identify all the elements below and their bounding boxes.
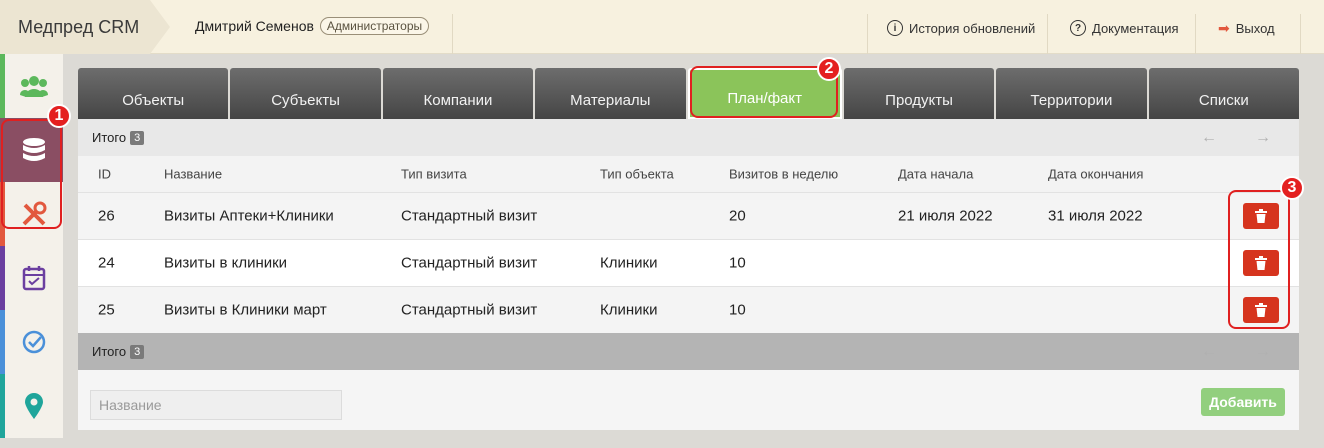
- cell-per-week: 10: [729, 301, 746, 319]
- name-input[interactable]: [90, 390, 342, 420]
- tab-bar: Объекты Субъекты Компании Материалы План…: [78, 68, 1299, 119]
- cell-id: 26: [98, 207, 115, 225]
- cell-visit-type: Стандартный визит: [401, 301, 538, 319]
- add-form: Добавить: [78, 370, 1299, 430]
- delete-button[interactable]: [1243, 203, 1279, 229]
- prev-page-icon[interactable]: ←: [1201, 343, 1217, 361]
- cell-end: 31 июля 2022: [1048, 207, 1143, 225]
- calendar-check-icon: [22, 266, 46, 291]
- cell-name: Визиты Аптеки+Клиники: [164, 207, 334, 225]
- updates-link[interactable]: i История обновлений: [887, 20, 1035, 36]
- count-badge: 3: [130, 130, 145, 145]
- cell-name: Визиты в Клиники март: [164, 301, 327, 319]
- count-badge: 3: [130, 344, 145, 359]
- tools-icon: [22, 201, 47, 226]
- total-bar-bottom: Итого 3 ← →: [78, 333, 1299, 370]
- tab-companies[interactable]: Компании: [382, 68, 534, 119]
- tab-materials[interactable]: Материалы: [535, 68, 686, 119]
- col-id[interactable]: ID: [98, 167, 111, 182]
- rail-item-calendar[interactable]: [0, 246, 63, 310]
- question-icon: ?: [1070, 20, 1086, 36]
- docs-link[interactable]: ? Документация: [1070, 20, 1179, 36]
- divider: [1047, 14, 1048, 54]
- user-info: Дмитрий Семенов Администраторы: [195, 17, 430, 35]
- updates-link-label: История обновлений: [909, 20, 1036, 36]
- step-marker: 3: [1280, 176, 1304, 200]
- cell-object-type: Клиники: [600, 301, 658, 319]
- col-visit-type[interactable]: Тип визита: [401, 167, 467, 182]
- cell-id: 24: [98, 254, 115, 272]
- total-label: Итого: [92, 344, 127, 359]
- rail-item-tools[interactable]: [0, 182, 63, 246]
- map-pin-icon: [25, 393, 43, 419]
- table-header: ID Название Тип визита Тип объекта Визит…: [78, 156, 1299, 192]
- divider: [867, 14, 868, 54]
- rail-item-tasks[interactable]: [0, 310, 63, 374]
- trash-icon: [1255, 256, 1267, 270]
- logout-icon: ➡: [1218, 20, 1230, 36]
- role-badge: Администраторы: [319, 17, 430, 35]
- table-row[interactable]: 25 Визиты в Клиники март Стандартный виз…: [78, 286, 1299, 333]
- logout-link-label: Выход: [1235, 21, 1275, 36]
- users-icon: [20, 76, 48, 97]
- cell-object-type: Клиники: [600, 254, 658, 272]
- trash-icon: [1255, 303, 1267, 317]
- app-brand[interactable]: Медпред CRM: [0, 0, 170, 54]
- info-icon: i: [887, 20, 903, 36]
- col-object-type[interactable]: Тип объекта: [600, 167, 674, 182]
- database-icon: [23, 138, 45, 161]
- cell-per-week: 10: [729, 254, 746, 272]
- tab-products[interactable]: Продукты: [843, 68, 995, 119]
- docs-link-label: Документация: [1092, 20, 1179, 36]
- table-row[interactable]: 24 Визиты в клиники Стандартный визит Кл…: [78, 239, 1299, 286]
- cell-start: 21 июля 2022: [898, 207, 993, 225]
- plan-table: ID Название Тип визита Тип объекта Визит…: [78, 156, 1299, 333]
- col-end[interactable]: Дата окончания: [1048, 167, 1143, 182]
- main-panel: Объекты Субъекты Компании Материалы План…: [78, 66, 1299, 430]
- col-start[interactable]: Дата начала: [898, 167, 973, 182]
- next-page-icon[interactable]: →: [1255, 343, 1271, 361]
- divider: [452, 14, 453, 54]
- tab-subjects[interactable]: Субъекты: [230, 68, 381, 119]
- col-name[interactable]: Название: [164, 167, 222, 182]
- cell-id: 25: [98, 301, 115, 319]
- cell-visit-type: Стандартный визит: [401, 207, 538, 225]
- trash-icon: [1255, 209, 1267, 223]
- top-bar: Медпред CRM Дмитрий Семенов Администрато…: [0, 0, 1324, 54]
- prev-page-icon[interactable]: ←: [1201, 129, 1217, 147]
- rail-item-database[interactable]: [0, 118, 63, 182]
- total-label: Итого: [92, 130, 127, 145]
- add-button[interactable]: Добавить: [1201, 388, 1285, 416]
- logout-link[interactable]: ➡ Выход: [1218, 20, 1275, 37]
- divider: [1195, 14, 1196, 54]
- pager: ← →: [1201, 129, 1271, 147]
- col-per-week[interactable]: Визитов в неделю: [729, 167, 838, 182]
- next-page-icon[interactable]: →: [1255, 129, 1271, 147]
- cell-per-week: 20: [729, 207, 746, 225]
- pager: ← →: [1201, 343, 1271, 361]
- divider: [1300, 14, 1301, 54]
- cell-name: Визиты в клиники: [164, 254, 288, 272]
- table-body: 26 Визиты Аптеки+Клиники Стандартный виз…: [78, 192, 1299, 333]
- total-bar: Итого 3 ← →: [78, 119, 1299, 156]
- tab-objects[interactable]: Объекты: [78, 68, 229, 119]
- tab-territories[interactable]: Территории: [996, 68, 1147, 119]
- step-marker: 1: [47, 104, 71, 128]
- table-row[interactable]: 26 Визиты Аптеки+Клиники Стандартный виз…: [78, 192, 1299, 239]
- user-name[interactable]: Дмитрий Семенов: [195, 18, 314, 34]
- delete-button[interactable]: [1243, 297, 1279, 323]
- tab-lists[interactable]: Списки: [1148, 68, 1299, 119]
- rail-item-map[interactable]: [0, 374, 63, 438]
- step-marker: 2: [817, 57, 841, 81]
- cell-visit-type: Стандартный визит: [401, 254, 538, 272]
- check-circle-icon: [22, 330, 46, 354]
- delete-button[interactable]: [1243, 250, 1279, 276]
